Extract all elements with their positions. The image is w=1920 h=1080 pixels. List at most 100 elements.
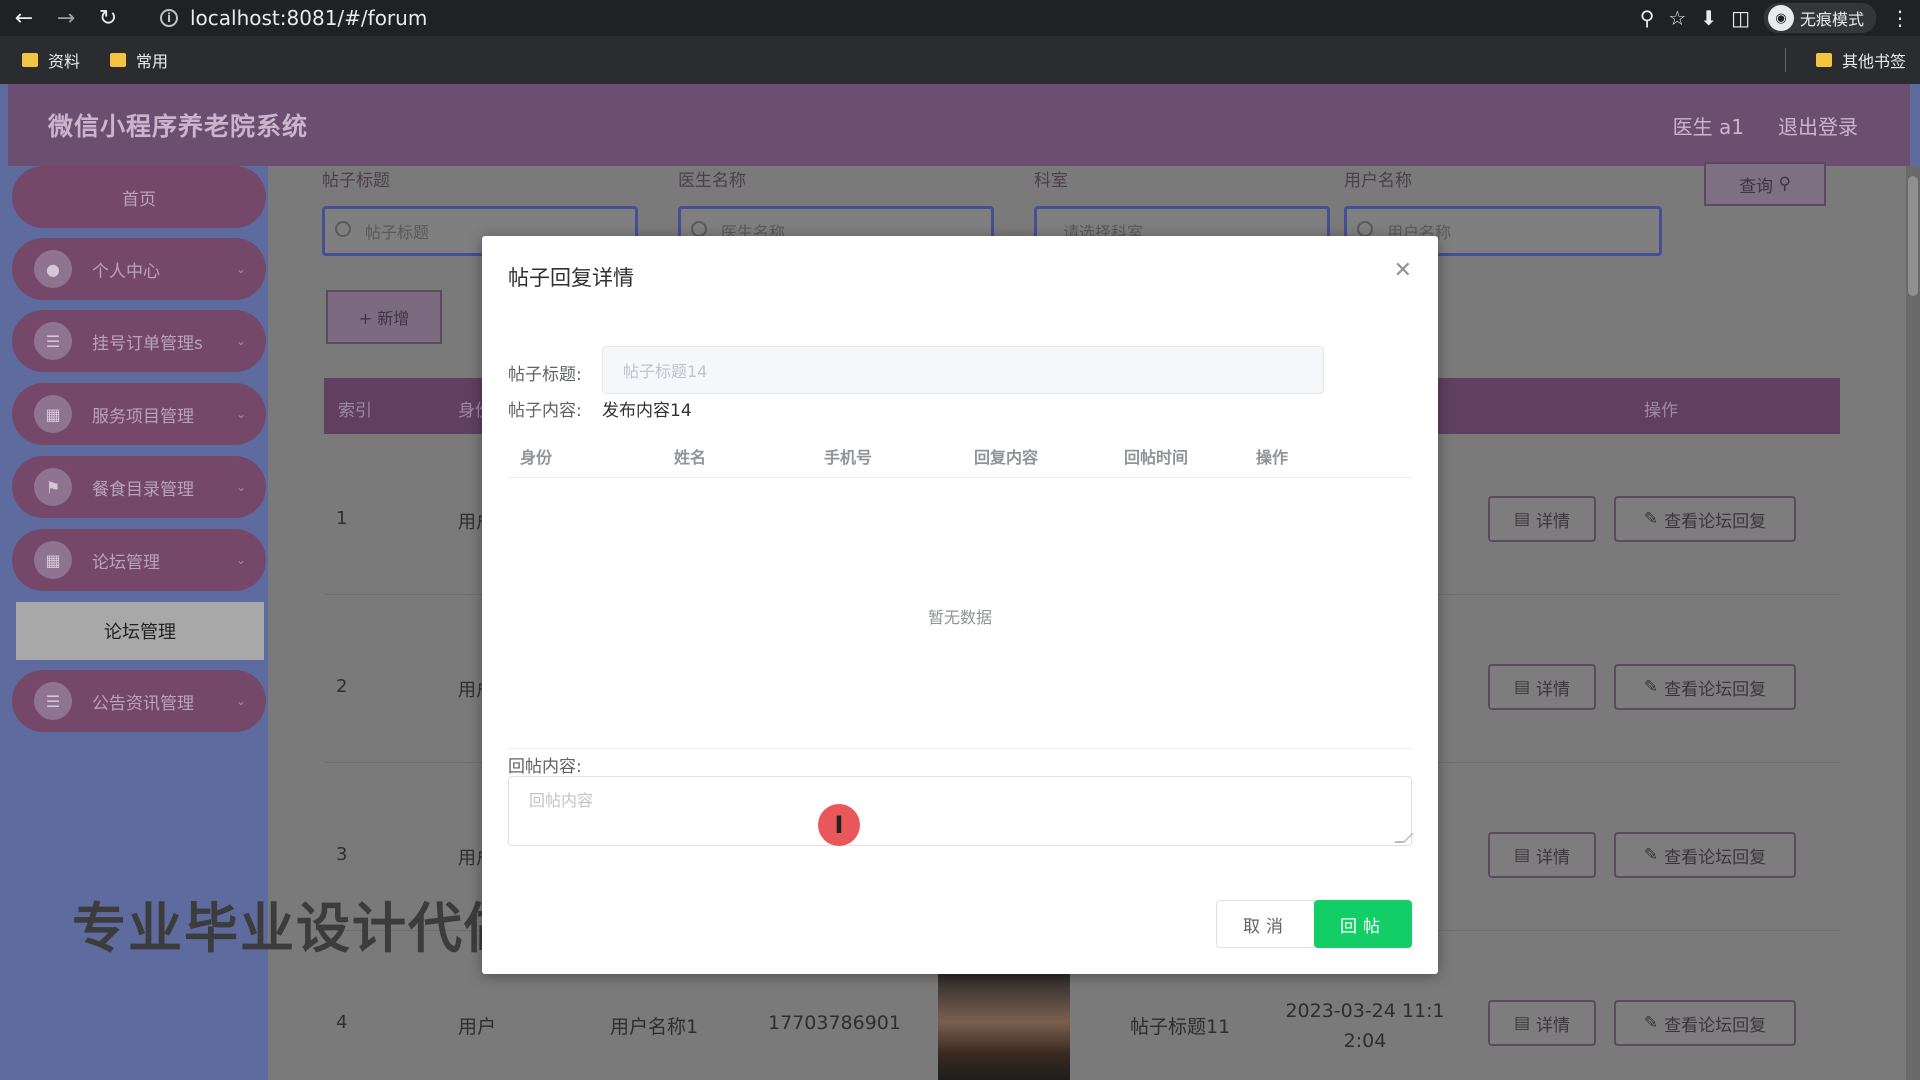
reply-content-label: 回帖内容: xyxy=(508,757,582,777)
watermark-text: 专业毕业设计代做 xyxy=(72,897,520,960)
edit-icon: ✎ xyxy=(1643,509,1659,529)
dialog-title: 帖子回复详情 xyxy=(508,266,634,290)
search-label: 用户名称 xyxy=(1344,171,1412,191)
search-icon xyxy=(691,221,707,237)
reply-column-actions: 操作 xyxy=(1256,448,1289,467)
key-icon[interactable]: ⚲ xyxy=(1640,6,1655,30)
submit-reply-button[interactable]: 回帖 xyxy=(1314,900,1412,948)
reply-table-bottom-border xyxy=(508,748,1412,749)
forward-icon[interactable]: → xyxy=(48,0,84,36)
sidebar-item-meals[interactable]: ⚑ 餐食目录管理 ⌄ xyxy=(12,456,266,518)
close-icon[interactable]: ✕ xyxy=(1394,258,1412,283)
folder-icon xyxy=(110,53,127,67)
folder-icon xyxy=(22,53,38,67)
resize-handle-icon[interactable] xyxy=(1394,833,1414,843)
view-replies-button[interactable]: ✎ 查看论坛回复 xyxy=(1614,496,1796,542)
detail-button[interactable]: ▤ 详情 xyxy=(1488,496,1596,542)
app-title: 微信小程序养老院系统 xyxy=(48,112,309,141)
sidebar-item-orders[interactable]: ☰ 挂号订单管理s ⌄ xyxy=(12,310,266,372)
grid-icon: ▦ xyxy=(34,541,72,579)
incognito-icon: ◉ xyxy=(1767,5,1794,31)
list-icon: ☰ xyxy=(34,322,72,360)
row-index: 3 xyxy=(336,844,348,865)
sidepanel-icon[interactable]: ◫ xyxy=(1731,6,1750,30)
search-label: 科室 xyxy=(1034,171,1068,191)
other-bookmarks[interactable]: 其他书签 xyxy=(1815,36,1906,84)
sidebar-item-forum[interactable]: ▦ 论坛管理 ⌄ xyxy=(12,529,266,591)
reply-column-identity: 身份 xyxy=(520,448,553,467)
cancel-button[interactable]: 取消 xyxy=(1216,900,1316,948)
sidebar-subitem-forum[interactable]: 论坛管理 xyxy=(16,602,264,660)
info-icon[interactable]: i xyxy=(160,9,178,27)
post-title-label: 帖子标题: xyxy=(508,365,582,385)
folder-icon xyxy=(1815,53,1832,67)
incognito-badge[interactable]: ◉ 无痕模式 xyxy=(1763,3,1876,33)
search-icon xyxy=(1357,221,1373,237)
row-post-time: 2023-03-24 11:1 2:04 xyxy=(1285,1000,1445,1052)
row-identity: 用户 xyxy=(458,1016,497,1038)
flag-icon: ⚑ xyxy=(34,468,72,506)
reply-column-time: 回帖时间 xyxy=(1124,448,1189,467)
reply-content-textarea[interactable]: 回帖内容 xyxy=(508,776,1414,846)
search-icon xyxy=(335,221,351,237)
document-icon: ▤ xyxy=(1513,1013,1531,1033)
search-label: 帖子标题 xyxy=(322,171,390,191)
app-header: 微信小程序养老院系统 医生 a1 退出登录 xyxy=(8,84,1910,166)
row-index: 2 xyxy=(336,676,348,697)
scrollbar-thumb[interactable] xyxy=(1908,176,1918,296)
row-user-name: 用户名称1 xyxy=(610,1016,699,1038)
chevron-down-icon: ⌄ xyxy=(235,262,246,276)
row-index: 1 xyxy=(336,508,348,529)
menu-icon[interactable]: ⋮ xyxy=(1890,6,1910,30)
edit-icon: ✎ xyxy=(1643,677,1659,697)
chevron-down-icon: ⌄ xyxy=(235,334,246,348)
address-bar[interactable]: i localhost:8081/#/forum xyxy=(148,4,1588,32)
sidebar-item-news[interactable]: ☰ 公告资讯管理 ⌄ xyxy=(12,670,266,732)
logout-link[interactable]: 退出登录 xyxy=(1778,111,1858,140)
bookmark-folder[interactable]: 常用 xyxy=(110,48,168,72)
edit-icon: ✎ xyxy=(1643,1013,1659,1033)
view-replies-button[interactable]: ✎ 查看论坛回复 xyxy=(1614,1000,1796,1046)
post-content-value: 发布内容14 xyxy=(602,401,692,421)
sidebar-item-services[interactable]: ▦ 服务项目管理 ⌄ xyxy=(12,383,266,445)
text-cursor-icon: I xyxy=(818,804,860,846)
row-post-title: 帖子标题11 xyxy=(1130,1016,1231,1038)
detail-button[interactable]: ▤ 详情 xyxy=(1488,1000,1596,1046)
chevron-down-icon: ⌄ xyxy=(235,480,246,494)
back-icon[interactable]: ← xyxy=(6,0,42,36)
download-icon[interactable]: ⬇ xyxy=(1700,6,1717,30)
reply-details-dialog: 帖子回复详情 ✕ 帖子标题: 帖子标题14 帖子内容: 发布内容14 身份 姓名… xyxy=(482,236,1438,974)
view-replies-button[interactable]: ✎ 查看论坛回复 xyxy=(1614,832,1796,878)
document-icon: ▤ xyxy=(1513,845,1531,865)
list-icon: ☰ xyxy=(34,682,72,720)
view-replies-button[interactable]: ✎ 查看论坛回复 xyxy=(1614,664,1796,710)
reply-column-content: 回复内容 xyxy=(974,448,1039,467)
star-icon[interactable]: ☆ xyxy=(1668,6,1686,30)
detail-button[interactable]: ▤ 详情 xyxy=(1488,832,1596,878)
page-scrollbar[interactable] xyxy=(1906,166,1920,1080)
document-icon: ▤ xyxy=(1513,677,1531,697)
chevron-down-icon: ⌄ xyxy=(235,407,246,421)
bookmark-folder[interactable]: 资料 xyxy=(22,48,80,72)
sidebar-item-personal[interactable]: ● 个人中心 ⌄ xyxy=(12,238,266,300)
search-label: 医生名称 xyxy=(678,171,746,191)
reply-table-header: 身份 姓名 手机号 回复内容 回帖时间 操作 xyxy=(508,432,1412,478)
row-phone: 17703786901 xyxy=(768,1012,901,1034)
reload-icon[interactable]: ↻ xyxy=(90,0,126,36)
detail-button[interactable]: ▤ 详情 xyxy=(1488,664,1596,710)
sidebar-item-home[interactable]: 首页 xyxy=(12,166,266,228)
chevron-down-icon: ⌄ xyxy=(235,553,246,567)
search-icon: ⚲ xyxy=(1778,174,1791,194)
grid-icon: ▦ xyxy=(34,395,72,433)
reply-column-phone: 手机号 xyxy=(824,448,873,467)
query-button[interactable]: 查询 ⚲ xyxy=(1704,162,1826,206)
url-text: localhost:8081/#/forum xyxy=(190,6,428,30)
add-button[interactable]: + 新增 xyxy=(326,290,442,344)
reply-column-name: 姓名 xyxy=(674,448,707,467)
post-title-field: 帖子标题14 xyxy=(602,346,1324,394)
current-user: 医生 a1 xyxy=(1672,114,1744,139)
bookmarks-divider xyxy=(1785,48,1786,72)
browser-toolbar: ← → ↻ i localhost:8081/#/forum ⚲ ☆ ⬇ ◫ ◉… xyxy=(0,0,1920,36)
empty-state-text: 暂无数据 xyxy=(927,608,992,627)
person-icon: ● xyxy=(34,250,72,288)
